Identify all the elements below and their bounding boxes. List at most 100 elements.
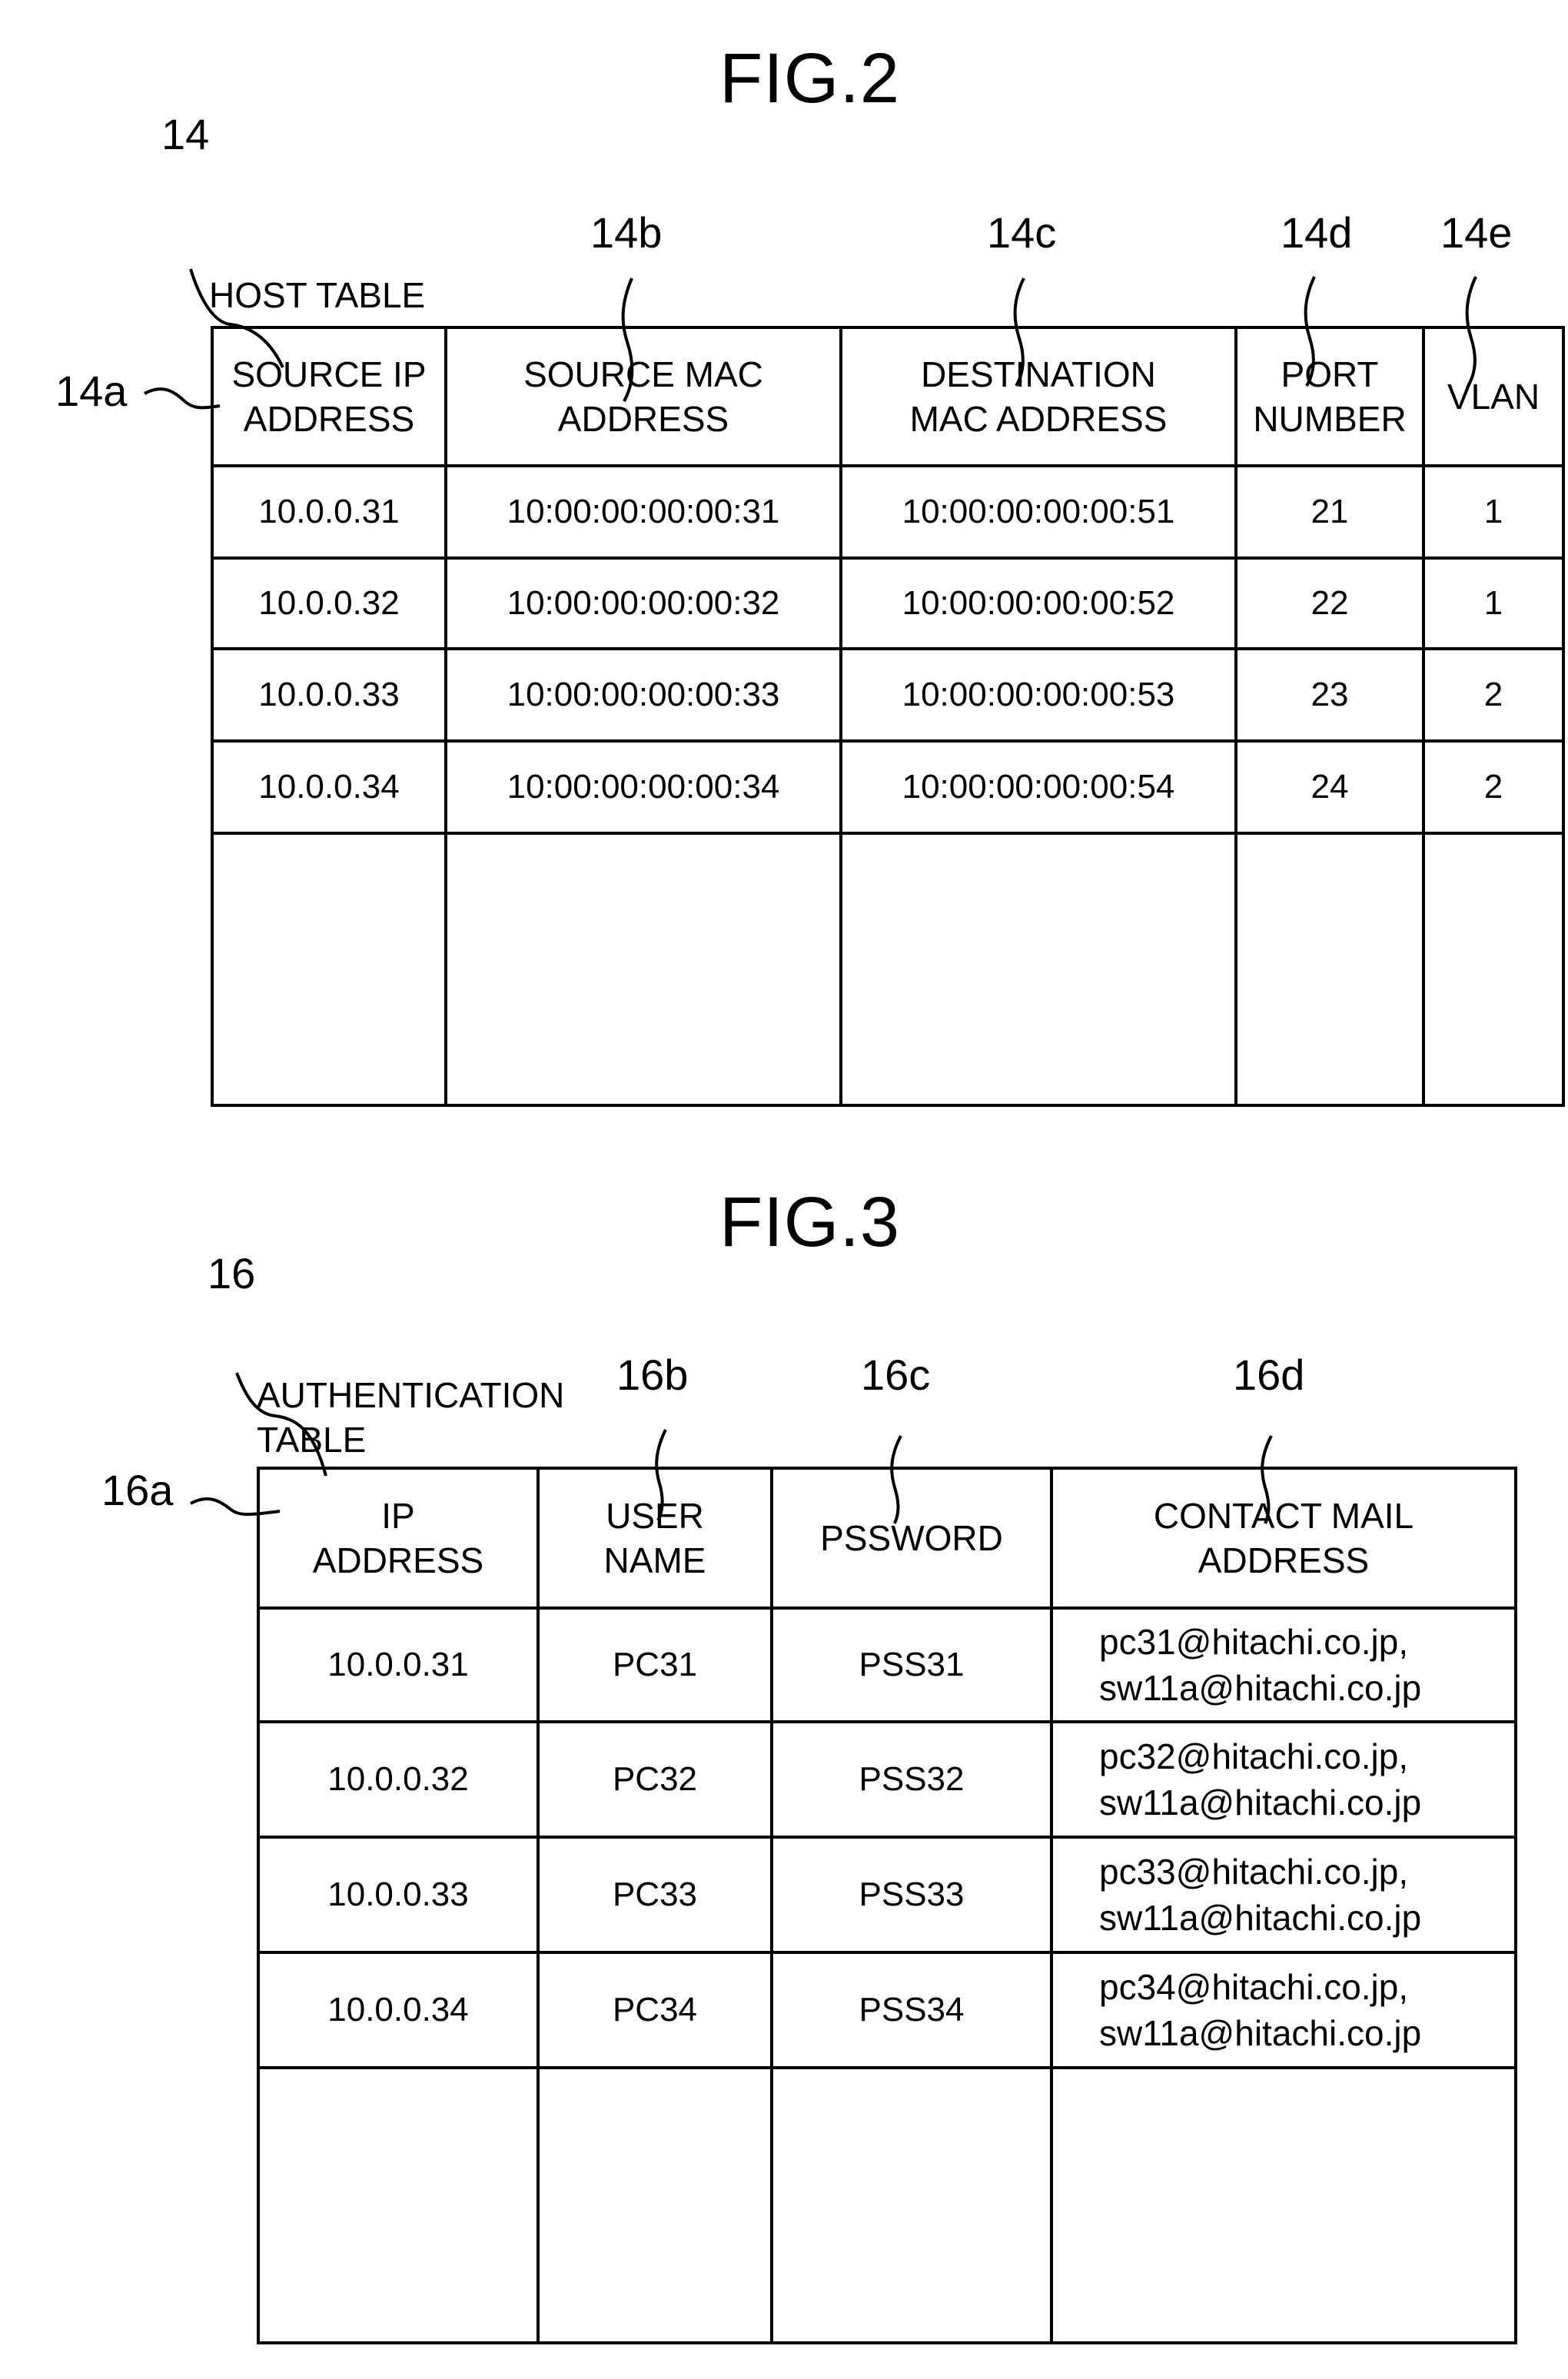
cell-vlan: 1 [1422,464,1565,560]
cell-contact-mail: pc33@hitachi.co.jp, sw11a@hitachi.co.jp [1050,1836,1517,1954]
host-table-caption: HOST TABLE [209,275,426,315]
empty-row [257,2066,1517,2344]
ref-label-14c: 14c [987,208,1057,257]
mail-line: sw11a@hitachi.co.jp [1099,1783,1422,1822]
cell-password: PSS34 [770,1951,1053,2069]
cell-ip-address: 10.0.0.32 [257,1720,540,1839]
authentication-table-caption: AUTHENTICATION TABLE [257,1373,564,1462]
header-line: NUMBER [1253,399,1407,439]
table-row: 10.0.0.34 10:00:00:00:00:34 10:00:00:00:… [211,739,1565,835]
cell-destination-mac: 10:00:00:00:00:53 [839,647,1237,743]
header-line: ADDRESS [1198,1540,1370,1580]
mail-line: sw11a@hitachi.co.jp [1099,2013,1422,2053]
ref-label-16: 16 [208,1249,256,1297]
header-line: MAC ADDRESS [909,399,1168,439]
cell-user-name: PC31 [537,1606,773,1723]
authentication-table-header-row: IP ADDRESS USER NAME PSSWORD CONTACT MAIL A… [257,1467,1517,1610]
empty-cell [211,832,447,1107]
header-vlan: VLAN [1422,326,1565,467]
cell-contact-mail: pc32@hitachi.co.jp, sw11a@hitachi.co.jp [1050,1720,1517,1839]
cell-user-name: PC34 [537,1951,773,2069]
cell-source-mac: 10:00:00:00:00:31 [444,464,842,560]
cell-destination-mac: 10:00:00:00:00:51 [839,464,1237,560]
host-table-header-row: SOURCE IP ADDRESS SOURCE MAC ADDRESS DESTI… [211,326,1565,467]
cell-port-number: 23 [1234,647,1425,743]
empty-cell [257,2066,540,2344]
header-destination-mac: DESTINATION MAC ADDRESS [839,326,1237,467]
header-password: PSSWORD [770,1467,1053,1610]
figure-2-title: FIG.2 [719,39,901,118]
cell-source-mac: 10:00:00:00:00:34 [444,739,842,835]
empty-cell [444,832,842,1107]
cell-destination-mac: 10:00:00:00:00:52 [839,557,1237,650]
header-line: USER [606,1496,704,1536]
caption-line: AUTHENTICATION [257,1375,565,1415]
mail-line: sw11a@hitachi.co.jp [1099,1668,1422,1708]
cell-password: PSS31 [770,1606,1053,1723]
empty-cell [839,832,1237,1107]
empty-row [211,832,1565,1107]
cell-password: PSS33 [770,1836,1053,1954]
table-row: 10.0.0.32 10:00:00:00:00:32 10:00:00:00:… [211,557,1565,650]
empty-cell [1234,832,1425,1107]
mail-line: sw11a@hitachi.co.jp [1099,1898,1422,1938]
header-contact-mail: CONTACT MAIL ADDRESS [1050,1467,1517,1610]
cell-user-name: PC32 [537,1720,773,1839]
header-line: PSSWORD [820,1518,1003,1558]
cell-vlan: 2 [1422,739,1565,835]
cell-contact-mail: pc34@hitachi.co.jp, sw11a@hitachi.co.jp [1050,1951,1517,2069]
cell-destination-mac: 10:00:00:00:00:54 [839,739,1237,835]
cell-source-ip: 10.0.0.34 [211,739,447,835]
mail-line: pc34@hitachi.co.jp, [1099,1967,1409,2007]
cell-ip-address: 10.0.0.34 [257,1951,540,2069]
cell-source-ip: 10.0.0.33 [211,647,447,743]
cell-contact-mail: pc31@hitachi.co.jp, sw11a@hitachi.co.jp [1050,1606,1517,1723]
header-ip-address: IP ADDRESS [257,1467,540,1610]
ref-label-14: 14 [161,110,210,158]
header-line: ADDRESS [312,1540,484,1580]
ref-label-16c: 16c [861,1351,931,1399]
cell-port-number: 21 [1234,464,1425,560]
ref-label-14e: 14e [1440,208,1513,257]
header-line: SOURCE IP [231,354,427,394]
table-row: 10.0.0.31 10:00:00:00:00:31 10:00:00:00:… [211,464,1565,560]
ref-label-14b: 14b [590,208,663,257]
cell-source-mac: 10:00:00:00:00:33 [444,647,842,743]
empty-cell [1050,2066,1517,2344]
table-row: 10.0.0.33 10:00:00:00:00:33 10:00:00:00:… [211,647,1565,743]
header-port-number: PORT NUMBER [1234,326,1425,467]
header-line: ADDRESS [557,399,729,439]
header-line: NAME [603,1540,706,1580]
cell-port-number: 24 [1234,739,1425,835]
empty-cell [1422,832,1565,1107]
cell-vlan: 2 [1422,647,1565,743]
header-line: ADDRESS [243,399,415,439]
header-line: DESTINATION [921,354,1156,394]
ref-label-14d: 14d [1281,208,1353,257]
cell-user-name: PC33 [537,1836,773,1954]
empty-cell [537,2066,773,2344]
host-table: SOURCE IP ADDRESS SOURCE MAC ADDRESS DESTI… [211,326,1565,1107]
mail-line: pc33@hitachi.co.jp, [1099,1852,1409,1892]
cell-source-mac: 10:00:00:00:00:32 [444,557,842,650]
table-row: 10.0.0.34 PC34 PSS34 pc34@hitachi.co.jp,… [257,1951,1517,2069]
ref-label-16b: 16b [616,1351,689,1399]
authentication-table: IP ADDRESS USER NAME PSSWORD CONTACT MAIL A… [257,1467,1517,2344]
cell-ip-address: 10.0.0.31 [257,1606,540,1723]
ref-label-16a: 16a [101,1466,174,1514]
header-line: PORT [1281,354,1379,394]
cell-password: PSS32 [770,1720,1053,1839]
header-source-mac: SOURCE MAC ADDRESS [444,326,842,467]
table-row: 10.0.0.33 PC33 PSS33 pc33@hitachi.co.jp,… [257,1836,1517,1954]
cell-ip-address: 10.0.0.33 [257,1836,540,1954]
ref-label-16d: 16d [1233,1351,1305,1399]
table-row: 10.0.0.31 PC31 PSS31 pc31@hitachi.co.jp,… [257,1606,1517,1723]
table-row: 10.0.0.32 PC32 PSS32 pc32@hitachi.co.jp,… [257,1720,1517,1839]
header-user-name: USER NAME [537,1467,773,1610]
header-line: VLAN [1447,377,1540,417]
empty-cell [770,2066,1053,2344]
cell-port-number: 22 [1234,557,1425,650]
ref-label-14a: 14a [55,367,128,415]
cell-source-ip: 10.0.0.32 [211,557,447,650]
caption-line: TABLE [257,1420,367,1460]
